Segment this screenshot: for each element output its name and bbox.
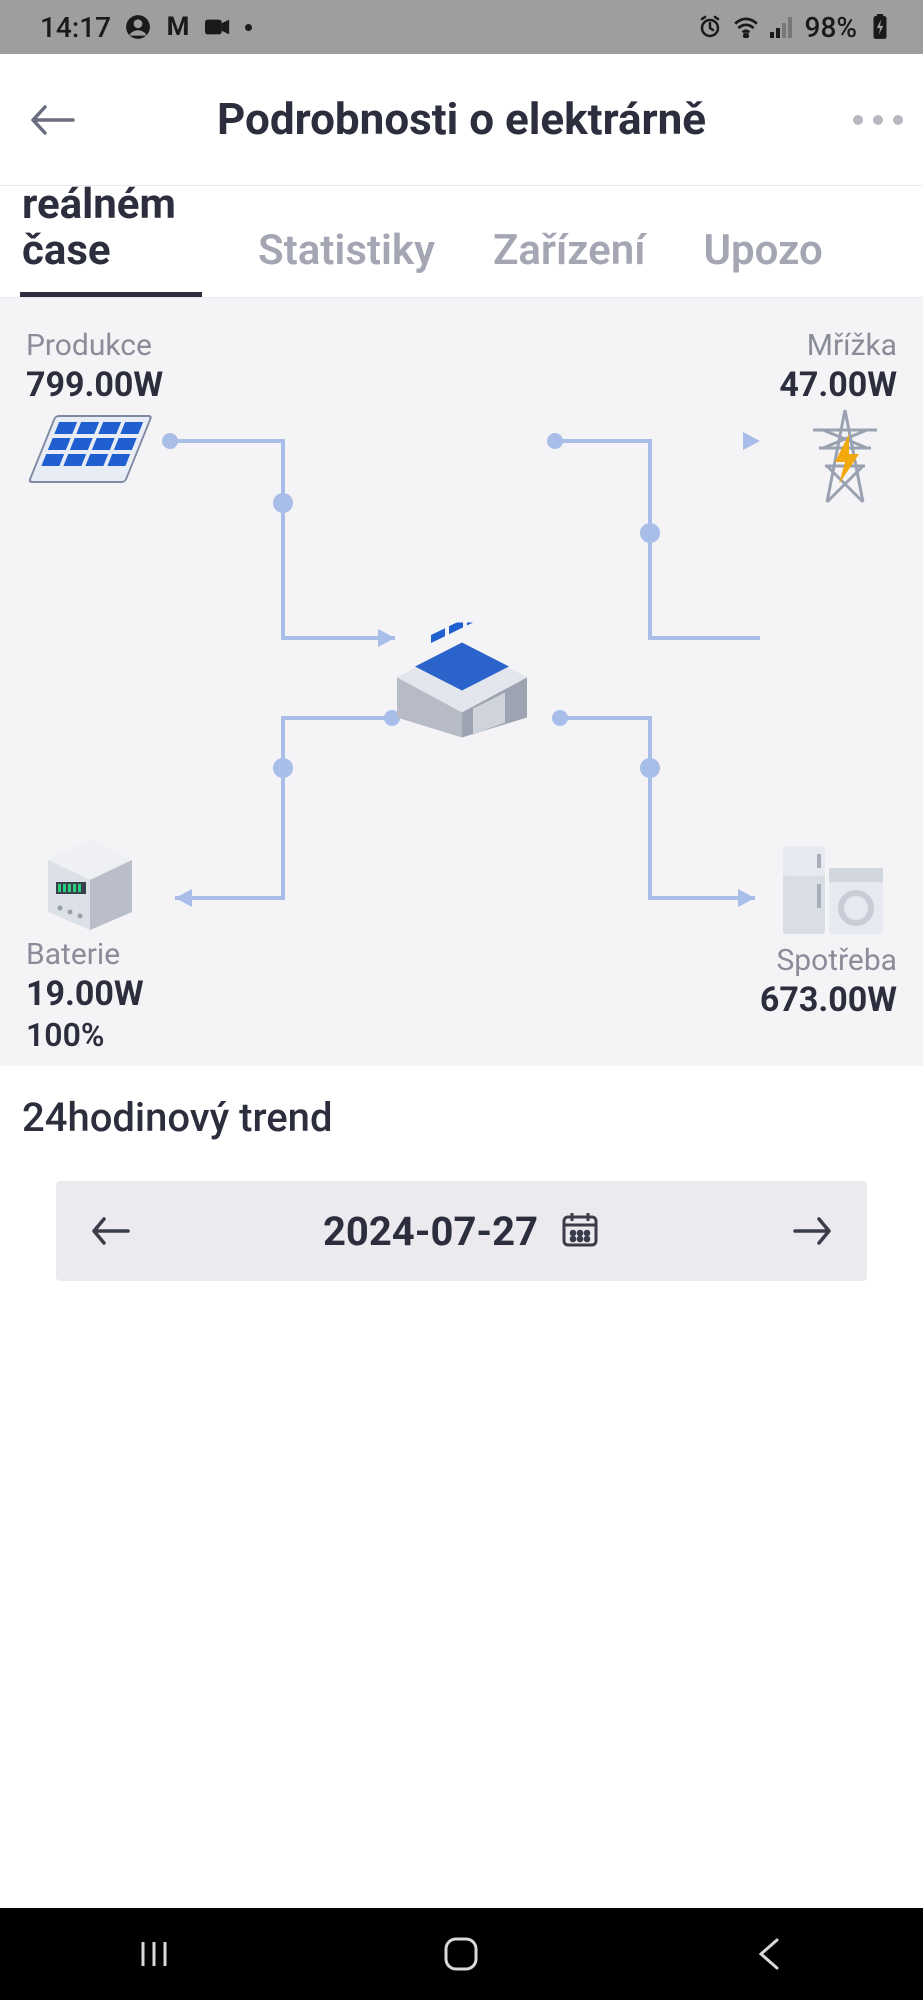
status-dot (245, 24, 252, 31)
date-next-button[interactable] (789, 1207, 837, 1255)
android-nav-bar (0, 1908, 923, 2000)
signal-icon (769, 14, 795, 40)
production-label: Produkce (26, 328, 163, 363)
arrow-right-icon (793, 1215, 833, 1247)
node-production: Produkce 799.00W (26, 328, 163, 405)
grid-label: Mřížka (779, 328, 897, 363)
tab-statistics[interactable]: Statistiky (252, 208, 441, 297)
trend-title: 24hodinový trend (22, 1094, 901, 1141)
more-options-button[interactable] (853, 115, 903, 125)
status-bar: 14:17 M 98% (0, 0, 923, 54)
date-picker-button[interactable]: 2024-07-27 (323, 1208, 600, 1255)
back-button[interactable] (22, 90, 82, 150)
battery-soc: 100% (26, 1016, 144, 1054)
android-back-button[interactable] (724, 1929, 814, 1979)
android-recents-button[interactable] (109, 1929, 199, 1979)
tab-bar: V reálném čase Statistiky Zařízení Upozo (0, 186, 923, 298)
consumption-value: 673.00W (760, 980, 897, 1020)
tab-realtime[interactable]: V reálném čase (16, 186, 206, 297)
tab-devices[interactable]: Zařízení (487, 208, 652, 297)
status-right: 98% (697, 11, 893, 44)
power-grid-icon (803, 406, 887, 510)
trend-date: 2024-07-27 (323, 1208, 538, 1255)
status-battery-pct: 98% (805, 11, 857, 44)
battery-storage-icon (40, 830, 140, 934)
node-grid: Mřížka 47.00W (779, 328, 897, 405)
status-time: 14:17 (40, 11, 111, 44)
arrow-left-icon (29, 103, 75, 137)
dot-icon (853, 115, 863, 125)
energy-flow-diagram: Produkce 799.00W Mřížka 47.00W Baterie 1… (0, 298, 923, 1066)
trend-section: 24hodinový trend 2024-07-27 (0, 1066, 923, 1309)
video-icon (205, 14, 231, 40)
page-title: Podrobnosti o elektrárně (217, 94, 706, 145)
calendar-icon (560, 1209, 600, 1253)
dot-icon (893, 115, 903, 125)
node-consumption: Spotřeba 673.00W (760, 943, 897, 1020)
appliances-icon (777, 842, 887, 946)
date-prev-button[interactable] (86, 1207, 134, 1255)
battery-charging-icon (867, 14, 893, 40)
arrow-left-icon (90, 1215, 130, 1247)
battery-label: Baterie (26, 937, 144, 972)
consumption-label: Spotřeba (760, 943, 897, 978)
status-left: 14:17 M (40, 11, 252, 44)
node-battery: Baterie 19.00W 100% (26, 937, 144, 1054)
solar-panel-icon (24, 410, 154, 504)
date-selector: 2024-07-27 (56, 1181, 867, 1281)
android-home-button[interactable] (416, 1929, 506, 1979)
gmail-icon: M (165, 14, 191, 40)
app-header: Podrobnosti o elektrárně (0, 54, 923, 186)
tab-alerts[interactable]: Upozo (697, 208, 828, 297)
grid-value: 47.00W (779, 365, 897, 405)
wifi-icon (733, 14, 759, 40)
account-icon (125, 14, 151, 40)
alarm-icon (697, 14, 723, 40)
production-value: 799.00W (26, 365, 163, 405)
house-icon (387, 622, 537, 746)
battery-value: 19.00W (26, 974, 144, 1014)
dot-icon (873, 115, 883, 125)
